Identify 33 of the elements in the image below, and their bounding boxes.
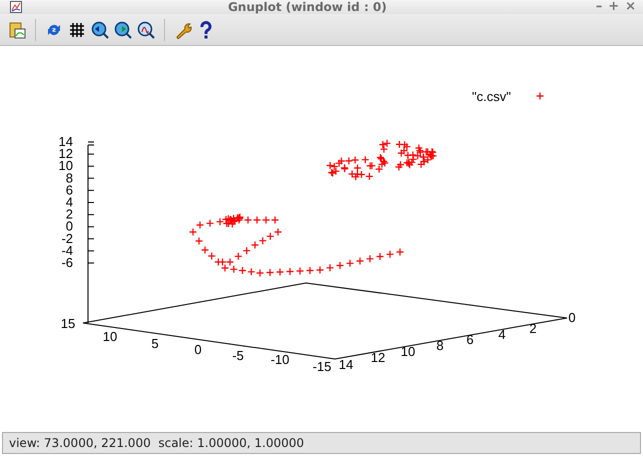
- wrench-icon: [174, 20, 192, 38]
- axis-tick-label: 4: [66, 194, 73, 210]
- axis-tick-label: 10: [400, 344, 416, 359]
- axis-tick-label: -15: [312, 359, 332, 374]
- axis-tick-label: 4: [498, 327, 506, 342]
- window-title: Gnuplot (window id : 0): [228, 0, 387, 14]
- legend-label: "c.csv": [472, 89, 511, 104]
- axis-tick-label: 14: [338, 357, 354, 372]
- axis-tick-label: 2: [529, 321, 537, 336]
- axis-tick-label: 0: [568, 310, 576, 325]
- zoom-back-icon: [91, 20, 109, 38]
- axis-tick-label: -10: [270, 352, 290, 367]
- zoom-forward-icon: [114, 20, 132, 38]
- help-icon: [199, 20, 213, 38]
- plus-marker-icon: [536, 92, 544, 100]
- axis-tick-label: 5: [151, 336, 159, 351]
- app-icon: [10, 1, 22, 13]
- axis-tick-label: 10: [102, 329, 118, 344]
- close-button[interactable]: ×: [622, 0, 639, 14]
- axis-tick-label: 8: [436, 338, 444, 353]
- maximize-button[interactable]: +: [605, 0, 622, 14]
- axis-tick-label: -5: [232, 348, 244, 363]
- axis-tick-label: 12: [370, 350, 386, 365]
- axis-tick-label: 15: [60, 316, 76, 331]
- grid-icon: [69, 22, 85, 38]
- axis-tick-label: 14: [58, 134, 73, 149]
- zoom-icon: [137, 20, 155, 38]
- minimize-button[interactable]: –: [592, 0, 606, 14]
- axis-tick-label: 0: [194, 342, 202, 357]
- clipboard-icon: [8, 20, 26, 38]
- axis-tick-label: -6: [61, 255, 73, 270]
- axis-tick-label: 6: [466, 332, 474, 347]
- status-text: view: 73.0000, 221.000 scale: 1.00000, 1.00000: [9, 436, 304, 450]
